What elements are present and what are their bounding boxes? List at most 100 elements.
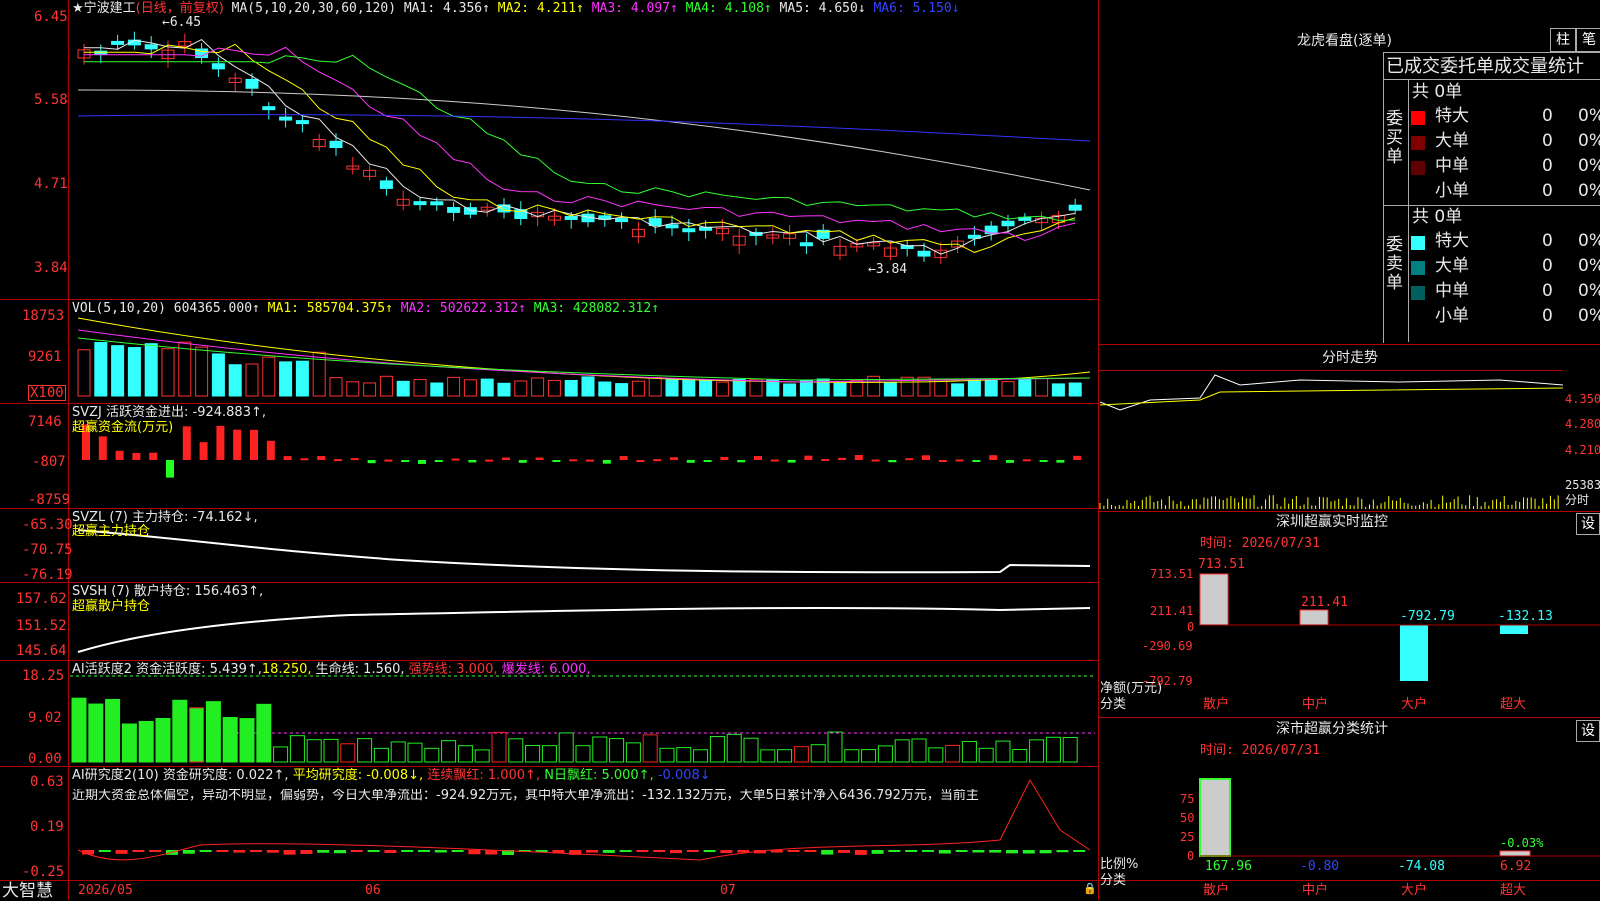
research-bar [451,850,464,852]
monitor-value: 713.51 [1198,557,1245,572]
research-bar [955,850,968,852]
ma4-value: MA4: 4.108↑ [685,1,772,16]
tick-view-button[interactable]: 笔 [1576,28,1600,52]
order-row-label: 大单 [1435,131,1469,151]
research-bar [938,850,951,854]
y-tick: 18.25 [22,668,65,684]
volume-bar [531,377,545,397]
activity-bar [894,739,910,763]
volume-bar [715,381,729,397]
volume-bar [783,383,797,397]
flow-bar [636,459,645,462]
svzl-legend: SVZL (7) 主力持仓: -74.162↓, [72,510,258,525]
category-retail: 散户 [1203,883,1230,898]
candle-body [211,63,225,70]
volume-bar [699,379,713,397]
divider [1098,717,1600,718]
flow-bar [250,429,258,460]
legend-swatch [1411,311,1425,325]
flow-bar [804,455,813,460]
research-bar [132,850,145,852]
stock-name[interactable]: 宁波建工 [84,1,136,16]
y-tick: -65.30 [22,517,73,533]
activity-bar [609,738,625,763]
ma3-value: MA3: 4.097↑ [591,1,678,16]
longhu-header: 龙虎看盘(逐单) [1297,33,1392,49]
ma-line [77,89,1091,191]
candle-body [1001,220,1015,227]
vol-legend: VOL(5,10,20) 604365.000↑ MA1: 585704.375… [72,302,659,316]
flow-bar [535,457,544,460]
monitor-settings-button[interactable]: 设 [1576,513,1600,535]
monitor-value: 211.41 [1301,595,1348,610]
flow-bar [485,459,494,462]
legend-swatch [1411,236,1425,250]
y-tick: 6.45 [34,9,68,25]
kline-chart-canvas[interactable] [0,0,1600,900]
research-bar [972,850,985,853]
candle-body [295,120,309,125]
class-settings-button[interactable]: 设 [1576,720,1600,742]
favorite-star-icon[interactable]: ★ [72,1,84,16]
ai-nday-red: N日飘红: 5.000↑, [544,768,654,783]
brand-logo: 大智慧 [2,881,53,901]
candle-body [682,228,696,233]
activity-bar [407,742,423,763]
flow-bar [888,460,897,463]
vol-ma1: MA1: 585704.375↑ [267,301,393,316]
vol-unit-button[interactable]: X100 [28,385,66,401]
flow-bar [418,460,426,464]
activity-bar [793,746,809,763]
activity-bar [861,749,877,763]
research-bar [182,850,195,854]
volume-bar [749,378,763,397]
order-row-percent: 0% [1578,281,1600,301]
class-tick: 0 [1187,849,1195,863]
class-tick: 75 [1180,792,1195,806]
volume-bar [967,378,981,397]
bar-view-button[interactable]: 柱 [1550,28,1576,52]
flow-bar [384,459,393,462]
activity-bar [508,738,524,763]
y-tick: 0.19 [30,819,64,835]
volume-bar [178,341,192,397]
volume-bar [665,379,679,397]
flow-bar [350,458,359,461]
research-bar [334,850,346,854]
activity-bar [978,747,994,763]
flow-bar [972,460,981,462]
order-row-value: 0 [1542,181,1553,201]
activity-bar [121,723,137,763]
flow-bar [434,460,443,462]
candle-body [447,207,461,213]
research-bar [233,850,246,853]
research-bar [384,850,397,853]
volume-bar [514,380,528,397]
divider [1383,79,1600,80]
research-bar [1056,850,1069,853]
order-row-percent: 0% [1578,156,1600,176]
research-bar [266,850,279,853]
order-row-label: 中单 [1435,156,1469,176]
research-bar [989,850,1002,853]
flow-bar [754,456,762,460]
candle-body [413,201,427,206]
class-value: -74.08 [1398,859,1445,874]
flow-bar [787,460,796,463]
lock-icon[interactable]: 🔒 [1083,882,1097,896]
research-bar [434,850,447,853]
category-mid: 中户 [1302,883,1329,898]
activity-bar [357,738,373,763]
svzj-legend: SVZJ 活跃资金进出: -924.883↑, [72,405,267,420]
volume-bar [144,343,158,397]
vol-ma3: MA3: 428082.312↑ [533,301,660,316]
volume-bar [766,379,780,397]
candle-body [665,224,679,229]
volume-bar [161,348,175,397]
period-label[interactable]: (日线，前复权) [136,1,224,16]
flow-bar [300,458,309,461]
buy-total: 共 0单 [1412,82,1463,102]
volume-bar [547,379,561,397]
research-bar [854,850,867,855]
sell-total: 共 0单 [1412,207,1463,227]
